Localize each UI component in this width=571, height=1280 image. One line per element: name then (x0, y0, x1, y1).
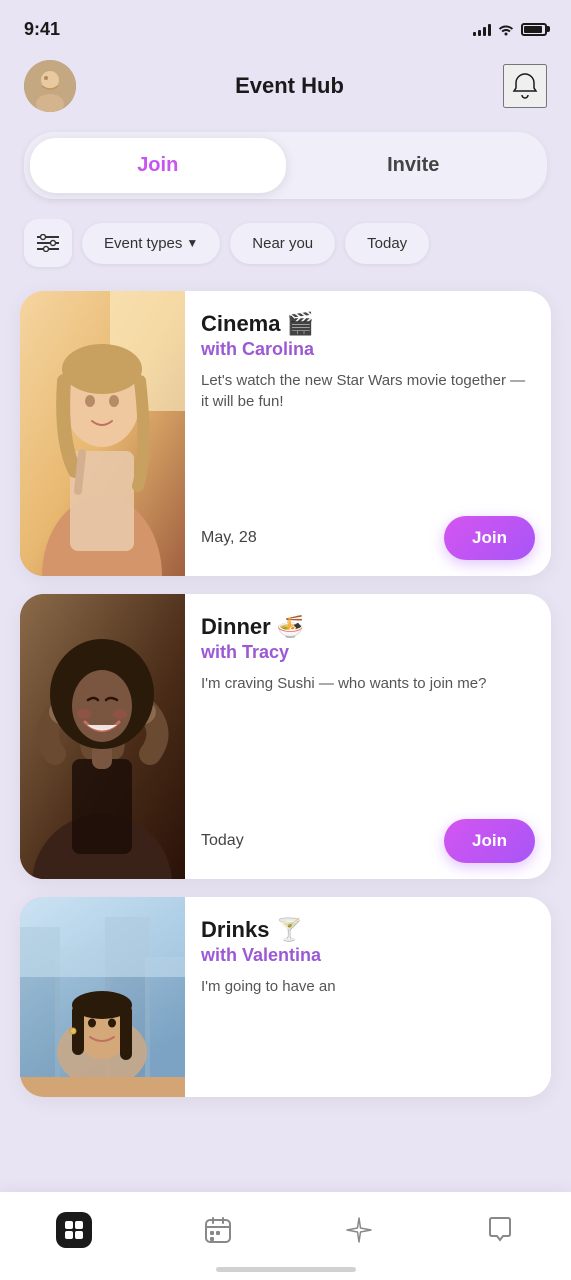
notifications-button[interactable] (503, 64, 547, 108)
signal-bars-icon (473, 22, 491, 36)
bell-icon (510, 71, 540, 101)
event-title-drinks: Drinks 🍸 (201, 917, 535, 943)
app-header: Event Hub (0, 52, 571, 128)
nav-chat[interactable] (465, 1211, 535, 1249)
event-card-dinner: Dinner 🍜 with Tracy I'm craving Sushi — … (20, 594, 551, 879)
status-time: 9:41 (24, 19, 60, 40)
event-host-drinks: with Valentina (201, 945, 535, 966)
home-indicator (216, 1267, 356, 1272)
event-card-cinema: Cinema 🎬 with Carolina Let's watch the n… (20, 291, 551, 576)
user-avatar[interactable] (24, 60, 76, 112)
chat-icon (485, 1215, 515, 1245)
calendar-icon (203, 1215, 233, 1245)
tab-toggle: Join Invite (24, 132, 547, 199)
nav-calendar[interactable] (183, 1211, 253, 1249)
event-content-dinner: Dinner 🍜 with Tracy I'm craving Sushi — … (185, 594, 551, 879)
event-content-drinks: Drinks 🍸 with Valentina I'm going to hav… (185, 897, 551, 1097)
event-content-cinema: Cinema 🎬 with Carolina Let's watch the n… (185, 291, 551, 576)
sliders-icon (37, 234, 59, 252)
event-desc-dinner: I'm craving Sushi — who wants to join me… (201, 673, 535, 805)
event-footer-dinner: Today Join (201, 819, 535, 863)
event-host-cinema: with Carolina (201, 339, 535, 360)
battery-icon (521, 23, 547, 36)
event-image-drinks (20, 897, 185, 1097)
dropdown-arrow-icon: ▼ (186, 236, 198, 250)
near-you-filter[interactable]: Near you (230, 223, 335, 264)
event-desc-cinema: Let's watch the new Star Wars movie toge… (201, 370, 535, 502)
filter-row: Event types ▼ Near you Today (0, 219, 571, 291)
event-image-dinner (20, 594, 185, 879)
wifi-icon (497, 22, 515, 36)
event-title-dinner: Dinner 🍜 (201, 614, 535, 640)
event-host-dinner: with Tracy (201, 642, 535, 663)
event-types-filter[interactable]: Event types ▼ (82, 223, 220, 264)
join-button-cinema[interactable]: Join (444, 516, 535, 560)
event-footer-cinema: May, 28 Join (201, 516, 535, 560)
status-bar: 9:41 (0, 0, 571, 52)
today-filter[interactable]: Today (345, 223, 429, 264)
tab-invite[interactable]: Invite (286, 138, 542, 193)
event-date-cinema: May, 28 (201, 529, 257, 547)
join-button-dinner[interactable]: Join (444, 819, 535, 863)
filter-settings-button[interactable] (24, 219, 72, 267)
tab-join[interactable]: Join (30, 138, 286, 193)
page-title: Event Hub (235, 73, 344, 99)
event-desc-drinks: I'm going to have an (201, 976, 535, 1081)
event-card-drinks: Drinks 🍸 with Valentina I'm going to hav… (20, 897, 551, 1097)
events-list: Cinema 🎬 with Carolina Let's watch the n… (0, 291, 571, 1097)
nav-sparkle[interactable] (324, 1211, 394, 1249)
status-icons (473, 22, 547, 36)
event-title-cinema: Cinema 🎬 (201, 311, 535, 337)
event-image-cinema (20, 291, 185, 576)
home-icon (63, 1219, 85, 1241)
nav-home[interactable] (36, 1208, 112, 1252)
sparkle-icon (344, 1215, 374, 1245)
event-date-dinner: Today (201, 832, 244, 850)
